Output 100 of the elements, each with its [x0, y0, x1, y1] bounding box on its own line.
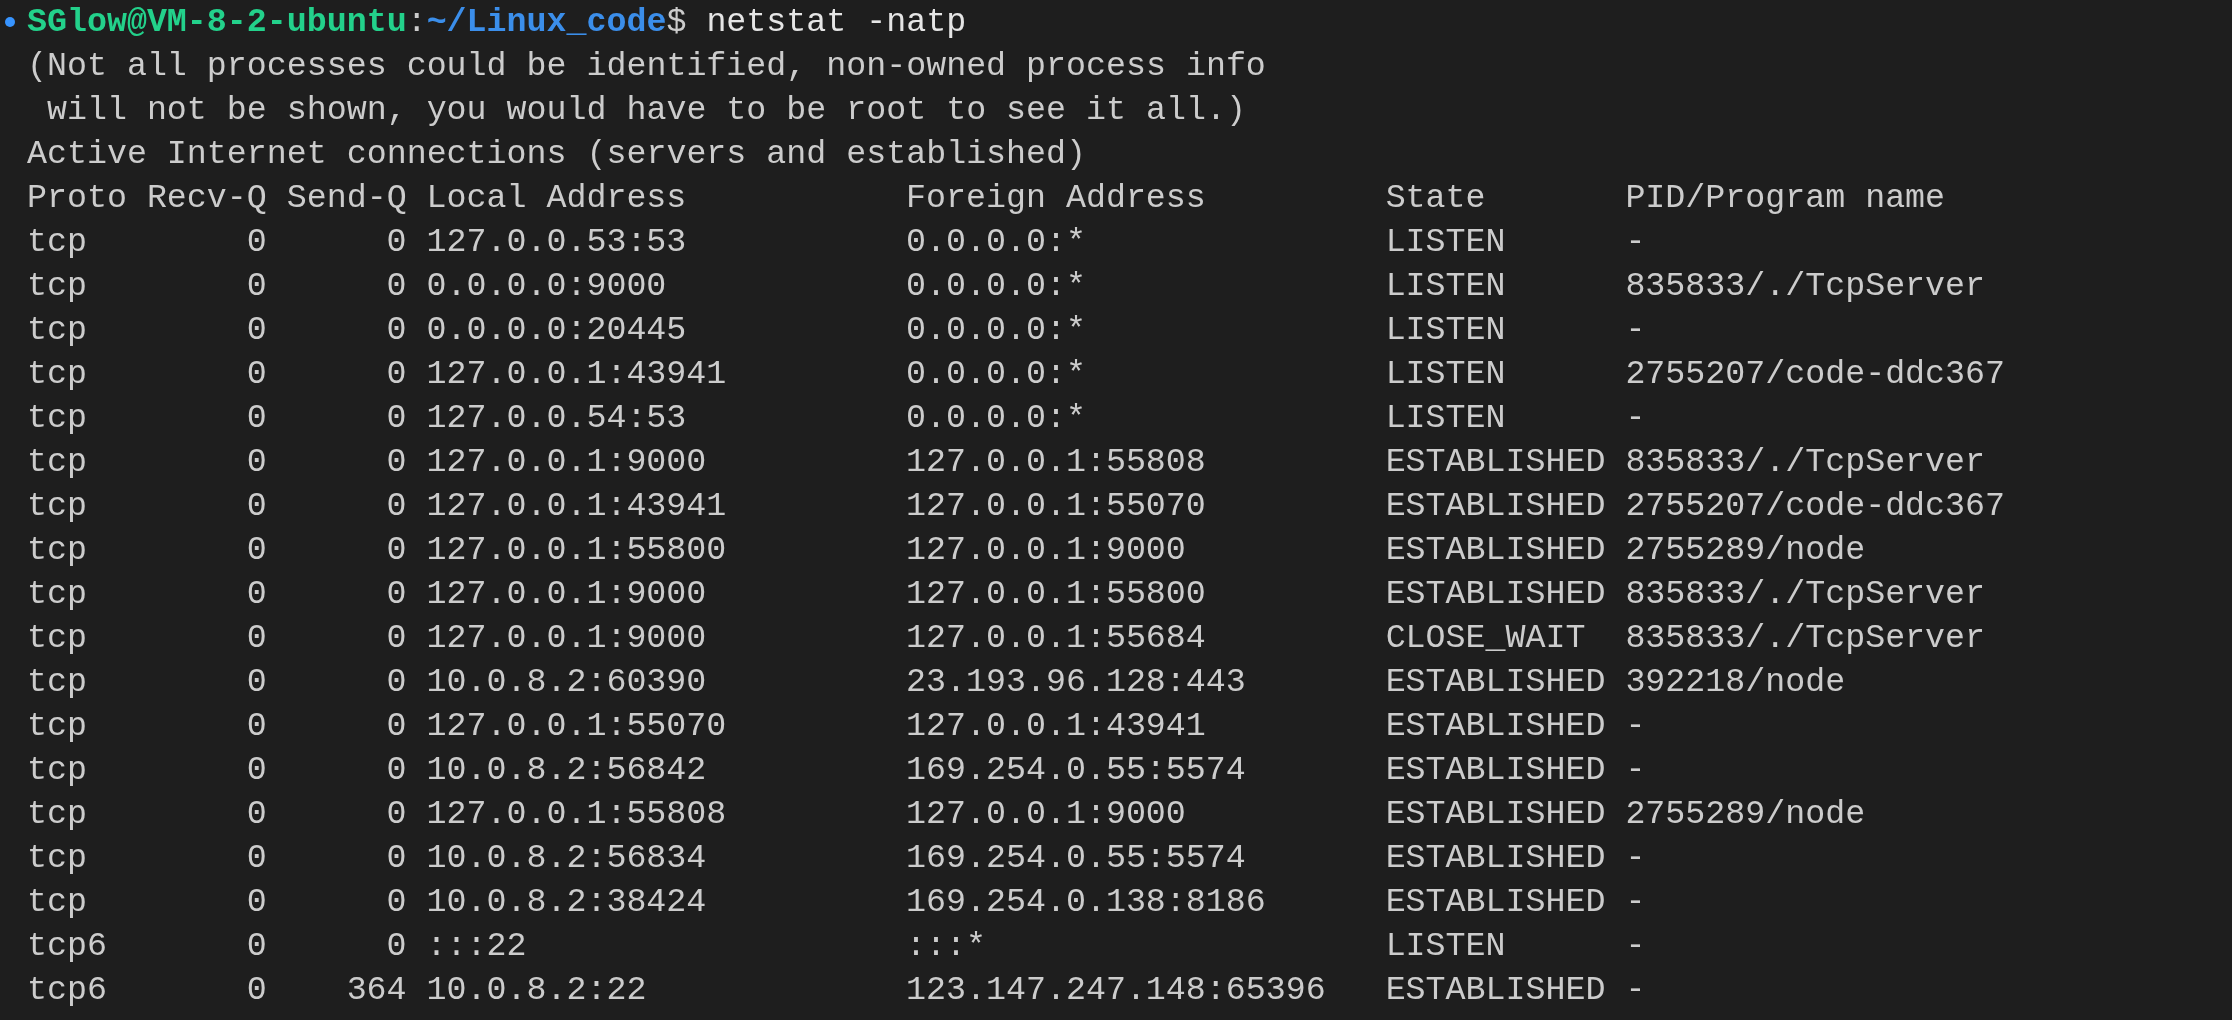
table-cell-text: 0 — [245, 398, 267, 439]
table-cell-text: 0.0.0.0:20445 — [426, 310, 688, 351]
table-cell-text: 127.0.0.1:43941 — [426, 486, 728, 527]
table-cell-text: 2755289/node — [1625, 794, 1866, 835]
column-header: Local Address — [426, 178, 688, 219]
table-cell-text: LISTEN — [1385, 398, 1507, 439]
table-cell-text: ESTABLISHED — [1385, 530, 1606, 571]
table-cell-text: 23.193.96.128:443 — [906, 662, 1247, 703]
table-cell-text: LISTEN — [1385, 310, 1507, 351]
table-cell-text: - — [1625, 310, 1646, 351]
table-cell-text: 127.0.0.1:43941 — [906, 706, 1207, 747]
column-header: PID/Program name — [1625, 178, 1946, 219]
column-header: Send-Q — [286, 178, 407, 219]
table-cell-text: 10.0.8.2:56834 — [426, 838, 708, 879]
table-cell-text: 0 — [245, 794, 267, 835]
table-cell-text: ESTABLISHED — [1385, 794, 1606, 835]
table-cell-text: 127.0.0.53:53 — [426, 222, 688, 263]
table-cell-text: 0 — [385, 838, 407, 879]
table-cell-text: 127.0.0.1:55808 — [426, 794, 728, 835]
table-cell-text: 2755207/code-ddc367 — [1625, 354, 2006, 395]
command-text: netstat -natp — [706, 2, 967, 43]
table-cell-text: 0 — [245, 530, 267, 571]
table-cell-text: 127.0.0.1:55684 — [906, 618, 1207, 659]
table-cell-text: 127.0.0.1:9000 — [426, 574, 708, 615]
output-line: (Not all processes could be identified, non-owned process info — [27, 46, 1266, 87]
table-cell-text: ESTABLISHED — [1385, 574, 1606, 615]
table-cell-text: 835833/./TcpServer — [1625, 266, 1986, 307]
table-cell-text: 0 — [245, 926, 267, 967]
table-cell-text: 2755289/node — [1625, 530, 1866, 571]
table-cell-text: 2755207/code-ddc367 — [1625, 486, 2006, 527]
table-cell-text: ESTABLISHED — [1385, 442, 1606, 483]
table-cell-text: 835833/./TcpServer — [1625, 618, 1986, 659]
table-cell-text: 0 — [385, 442, 407, 483]
table-cell-text: ESTABLISHED — [1385, 838, 1606, 879]
table-cell-text: - — [1625, 750, 1646, 791]
table-cell-text: tcp — [27, 266, 88, 307]
prompt-separator: : — [406, 2, 427, 43]
table-cell-text: 10.0.8.2:38424 — [426, 882, 708, 923]
table-cell-text: - — [1625, 838, 1646, 879]
table-cell-text: - — [1625, 882, 1646, 923]
table-cell-text: 0 — [245, 354, 267, 395]
table-cell-text: 10.0.8.2:56842 — [426, 750, 708, 791]
table-cell-text: ESTABLISHED — [1385, 662, 1606, 703]
table-cell-text: 123.147.247.148:65396 — [906, 970, 1327, 1011]
table-cell-text: 0 — [385, 794, 407, 835]
table-cell-text: 169.254.0.55:5574 — [906, 838, 1247, 879]
table-cell-text: 0 — [245, 310, 267, 351]
table-cell-text: 0.0.0.0:* — [906, 310, 1087, 351]
table-cell-text: 127.0.0.1:9000 — [426, 618, 708, 659]
table-cell-text: ESTABLISHED — [1385, 486, 1606, 527]
table-cell-text: 0 — [245, 970, 267, 1011]
column-header: Foreign Address — [906, 178, 1207, 219]
table-cell-text: 169.254.0.55:5574 — [906, 750, 1247, 791]
table-cell-text: 0 — [385, 618, 407, 659]
table-cell-text: 0 — [245, 706, 267, 747]
table-cell-text: 0 — [245, 662, 267, 703]
table-cell-text: 127.0.0.1:55808 — [906, 442, 1207, 483]
table-cell-text: 0 — [385, 486, 407, 527]
table-cell-text: 0 — [385, 310, 407, 351]
table-cell-text: 0 — [385, 222, 407, 263]
table-cell-text: 0 — [385, 882, 407, 923]
table-cell-text: 392218/node — [1625, 662, 1846, 703]
table-cell-text: 0 — [245, 266, 267, 307]
table-cell-text: LISTEN — [1385, 222, 1507, 263]
table-cell-text: 0 — [385, 706, 407, 747]
table-cell-text: tcp — [27, 442, 88, 483]
table-cell-text: CLOSE_WAIT — [1385, 618, 1587, 659]
table-cell-text: 0 — [245, 574, 267, 615]
table-cell-text: 0 — [385, 266, 407, 307]
table-cell-text: tcp — [27, 530, 88, 571]
column-header: Recv-Q — [146, 178, 267, 219]
table-cell-text: tcp — [27, 354, 88, 395]
table-cell-text: 127.0.0.1:55800 — [426, 530, 728, 571]
table-cell-text: - — [1625, 926, 1646, 967]
table-cell-text: LISTEN — [1385, 266, 1507, 307]
table-cell-text: 0 — [385, 398, 407, 439]
table-cell-text: 0.0.0.0:* — [906, 222, 1087, 263]
table-cell-text: 127.0.0.1:55070 — [906, 486, 1207, 527]
table-cell-text: 0 — [385, 926, 407, 967]
prompt-user-host: SGlow@VM-8-2-ubuntu — [27, 2, 407, 43]
table-cell-text: 127.0.0.1:55070 — [426, 706, 728, 747]
table-cell-text: - — [1625, 398, 1646, 439]
output-line: will not be shown, you would have to be root to see it all.) — [45, 90, 1246, 131]
table-cell-text: 0 — [245, 618, 267, 659]
table-cell-text: 0.0.0.0:* — [906, 266, 1087, 307]
table-cell-text: 127.0.0.1:9000 — [906, 530, 1187, 571]
table-cell-text: ESTABLISHED — [1385, 750, 1606, 791]
table-cell-text: :::* — [906, 926, 988, 967]
table-cell-text: tcp — [27, 750, 88, 791]
table-cell-text: tcp — [27, 398, 88, 439]
table-cell-text: tcp — [27, 662, 88, 703]
table-cell-text: 0 — [245, 882, 267, 923]
table-cell-text: ESTABLISHED — [1385, 882, 1606, 923]
table-cell-text: tcp — [27, 882, 88, 923]
table-cell-text: LISTEN — [1385, 926, 1507, 967]
table-cell-text: tcp6 — [27, 926, 108, 967]
table-cell-text: ESTABLISHED — [1385, 706, 1606, 747]
table-cell-text: 127.0.0.1:9000 — [426, 442, 708, 483]
column-header: State — [1385, 178, 1487, 219]
table-cell-text: 0.0.0.0:* — [906, 354, 1087, 395]
